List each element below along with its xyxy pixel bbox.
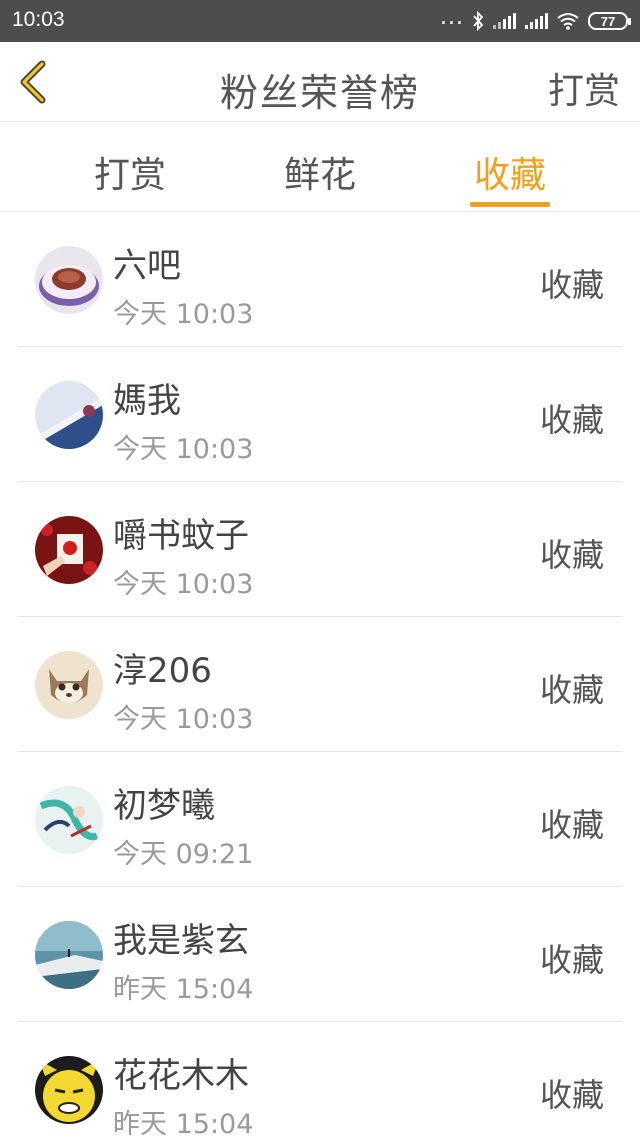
fan-name: 六吧: [113, 246, 181, 286]
status-time: 10:03: [12, 8, 65, 31]
avatar[interactable]: [35, 786, 103, 854]
tab-flowers[interactable]: 鲜花: [260, 146, 380, 198]
wifi-icon: [556, 12, 580, 30]
list-item[interactable]: 我是紫玄 昨天 15:04 收藏: [18, 887, 622, 1022]
fan-name: 初梦曦: [113, 786, 215, 826]
title-bar: 粉丝荣誉榜 打赏: [0, 42, 640, 122]
tab-bar: 打赏 鲜花 收藏: [0, 122, 640, 212]
list-item[interactable]: 初梦曦 今天 09:21 收藏: [18, 752, 622, 887]
active-tab-indicator: [470, 202, 550, 207]
fan-name: 媽我: [113, 381, 181, 421]
more-dots: ...: [440, 5, 464, 30]
fan-name: 花花木木: [113, 1056, 249, 1096]
reward-button[interactable]: 打赏: [548, 62, 620, 114]
action-label: 收藏: [539, 671, 604, 709]
action-label: 收藏: [539, 401, 604, 439]
list-item[interactable]: 嚼书蚊子 今天 10:03 收藏: [18, 482, 622, 617]
fan-time: 今天 10:03: [113, 704, 254, 735]
avatar[interactable]: [35, 246, 103, 314]
signal-icon: [492, 12, 516, 30]
page-title: 粉丝荣誉榜: [219, 71, 420, 115]
status-bar: 10:03 ... 77: [0, 0, 640, 42]
fan-time: 今天 10:03: [113, 434, 254, 465]
tab-reward[interactable]: 打赏: [70, 146, 190, 198]
fan-time: 今天 10:03: [113, 569, 254, 600]
fan-list: 六吧 今天 10:03 收藏 媽我 今天 10:03 收藏 嚼书蚊子 今天 10…: [18, 212, 622, 1138]
list-item[interactable]: 媽我 今天 10:03 收藏: [18, 347, 622, 482]
fan-time: 今天 09:21: [113, 839, 254, 870]
action-label: 收藏: [539, 1076, 604, 1114]
status-icons: ... 77: [440, 5, 631, 36]
list-item[interactable]: 六吧 今天 10:03 收藏: [18, 212, 622, 347]
signal-icon: [524, 12, 548, 30]
action-label: 收藏: [539, 941, 604, 979]
fan-time: 昨天 15:04: [113, 974, 254, 1005]
avatar[interactable]: [35, 651, 103, 719]
avatar[interactable]: [35, 1056, 103, 1124]
battery-icon: 77: [588, 12, 631, 30]
list-item[interactable]: 淳206 今天 10:03 收藏: [18, 617, 622, 752]
tab-favorites[interactable]: 收藏: [450, 146, 570, 198]
action-label: 收藏: [539, 536, 604, 574]
fan-name: 我是紫玄: [113, 921, 249, 961]
fan-time: 昨天 15:04: [113, 1109, 254, 1138]
action-label: 收藏: [539, 806, 604, 844]
fan-name: 嚼书蚊子: [113, 516, 249, 556]
avatar[interactable]: [35, 921, 103, 989]
list-item[interactable]: 花花木木 昨天 15:04 收藏: [18, 1022, 622, 1138]
action-label: 收藏: [539, 266, 604, 304]
bluetooth-icon: [472, 11, 484, 31]
avatar[interactable]: [35, 516, 103, 584]
avatar[interactable]: [35, 381, 103, 449]
fan-time: 今天 10:03: [113, 299, 254, 330]
fan-name: 淳206: [113, 651, 212, 691]
